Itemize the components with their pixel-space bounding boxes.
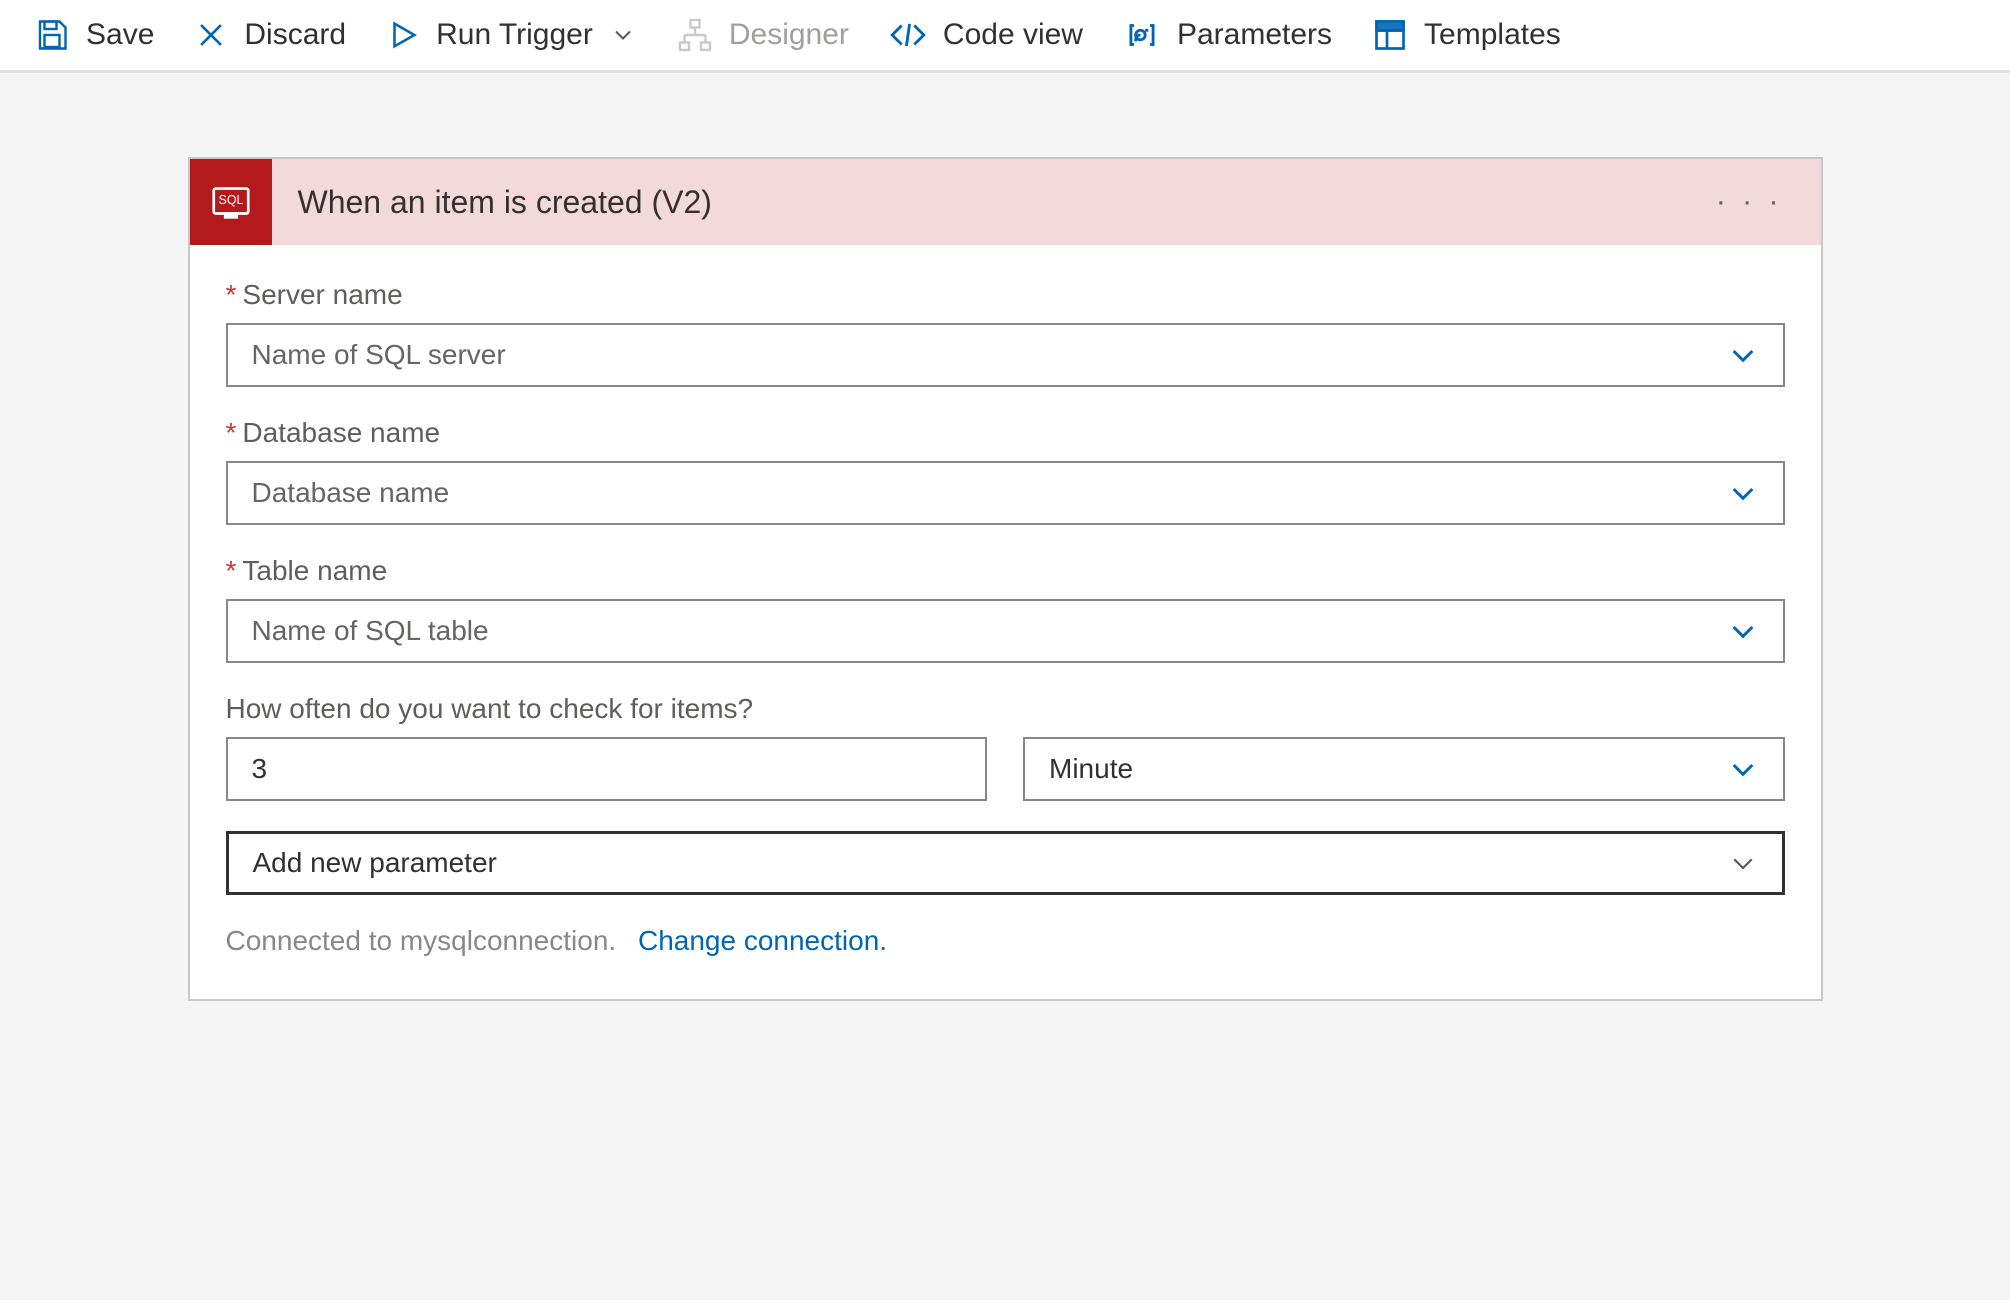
frequency-field: How often do you want to check for items… [226,693,1785,895]
parameters-label: Parameters [1177,18,1332,52]
chevron-down-icon [1728,848,1758,878]
save-icon [34,17,70,53]
interval-value: 3 [252,753,268,785]
sql-connector-icon: SQL [190,159,272,245]
trigger-card-header[interactable]: SQL When an item is created (V2) · · · [190,159,1821,245]
database-name-field: * Database name Database name [226,417,1785,525]
discard-button[interactable]: Discard [194,18,346,52]
parameters-button[interactable]: Parameters [1123,16,1332,54]
svg-text:SQL: SQL [218,193,243,207]
run-trigger-button[interactable]: Run Trigger [386,18,637,52]
required-marker: * [226,279,237,311]
chevron-down-icon [1727,339,1759,371]
interval-unit-dropdown[interactable]: Minute [1023,737,1785,801]
table-name-field: * Table name Name of SQL table [226,555,1785,663]
table-name-value: Name of SQL table [252,615,489,647]
add-parameter-text: Add new parameter [253,847,497,879]
server-name-label: * Server name [226,279,1785,311]
database-name-dropdown[interactable]: Database name [226,461,1785,525]
designer-canvas: SQL When an item is created (V2) · · · *… [0,73,2010,1300]
interval-unit-value: Minute [1049,753,1133,785]
templates-icon [1372,17,1408,53]
server-name-field: * Server name Name of SQL server [226,279,1785,387]
save-label: Save [86,18,154,52]
database-name-label: * Database name [226,417,1785,449]
add-parameter-dropdown[interactable]: Add new parameter [226,831,1785,895]
interval-input[interactable]: 3 [226,737,988,801]
server-name-value: Name of SQL server [252,339,506,371]
required-marker: * [226,417,237,449]
parameters-icon [1123,16,1161,54]
chevron-down-icon [1727,477,1759,509]
designer-button[interactable]: Designer [677,17,849,53]
chevron-down-icon [1727,615,1759,647]
code-icon [889,16,927,54]
toolbar: Save Discard Run Trigger Designer [0,0,2010,73]
server-name-label-text: Server name [242,279,402,311]
trigger-card-title: When an item is created (V2) [298,184,1702,221]
frequency-label-text: How often do you want to check for items… [226,693,754,725]
chevron-down-icon [1727,753,1759,785]
designer-label: Designer [729,18,849,52]
server-name-dropdown[interactable]: Name of SQL server [226,323,1785,387]
templates-button[interactable]: Templates [1372,17,1561,53]
more-icon: · · · [1716,185,1783,218]
frequency-label: How often do you want to check for items… [226,693,1785,725]
chevron-down-icon [609,21,637,49]
close-icon [194,18,228,52]
run-trigger-label: Run Trigger [436,18,593,52]
play-icon [386,18,420,52]
card-menu-button[interactable]: · · · [1702,177,1797,227]
flowchart-icon [677,17,713,53]
trigger-card: SQL When an item is created (V2) · · · *… [188,157,1823,1001]
trigger-card-body: * Server name Name of SQL server * Datab… [190,245,1821,999]
change-connection-link[interactable]: Change connection. [638,925,887,956]
connection-info: Connected to mysqlconnection. Change con… [226,925,1785,957]
table-name-label: * Table name [226,555,1785,587]
required-marker: * [226,555,237,587]
discard-label: Discard [244,18,346,52]
code-view-button[interactable]: Code view [889,16,1083,54]
templates-label: Templates [1424,18,1561,52]
table-name-dropdown[interactable]: Name of SQL table [226,599,1785,663]
code-view-label: Code view [943,18,1083,52]
save-button[interactable]: Save [34,17,154,53]
table-name-label-text: Table name [242,555,387,587]
database-name-label-text: Database name [242,417,440,449]
connected-text: Connected to mysqlconnection. [226,925,617,956]
database-name-value: Database name [252,477,450,509]
